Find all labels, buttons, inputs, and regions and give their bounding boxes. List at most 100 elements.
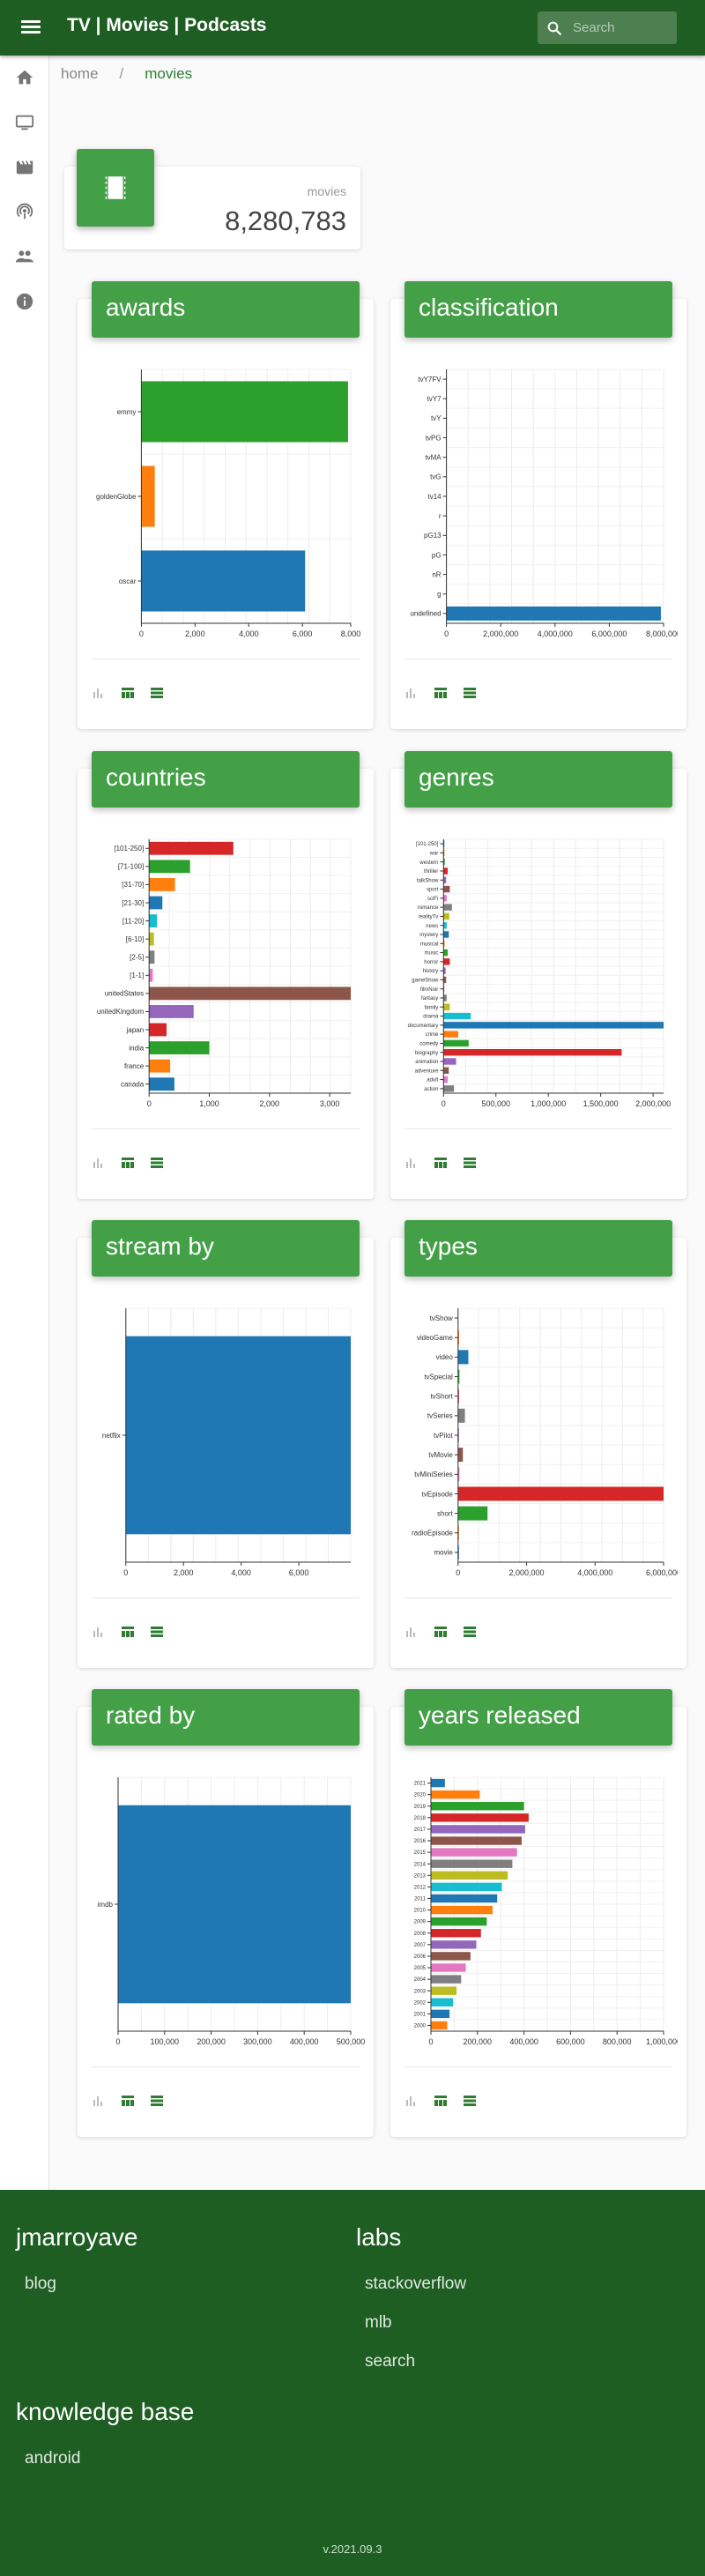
bar--31-70-[interactable] bbox=[149, 878, 175, 891]
bar-adventure[interactable] bbox=[443, 1067, 449, 1074]
bar-chart-view-icon[interactable] bbox=[404, 687, 419, 699]
bar-imdb[interactable] bbox=[118, 1805, 351, 2004]
search-box[interactable] bbox=[538, 11, 677, 44]
bar-family[interactable] bbox=[443, 1003, 450, 1010]
bar-undefined[interactable] bbox=[446, 606, 661, 621]
bar-video[interactable] bbox=[457, 1350, 469, 1365]
bar-2010[interactable] bbox=[431, 1905, 493, 1915]
bar-animation[interactable] bbox=[443, 1058, 456, 1065]
bar-tvepisode[interactable] bbox=[457, 1486, 664, 1501]
bar-2019[interactable] bbox=[431, 1802, 524, 1811]
podcast-icon[interactable] bbox=[13, 200, 36, 223]
bar-2006[interactable] bbox=[431, 1952, 471, 1961]
table-view-icon[interactable] bbox=[434, 1157, 448, 1169]
bar-chart-view-icon[interactable] bbox=[404, 2095, 419, 2107]
bar--71-100-[interactable] bbox=[149, 860, 190, 874]
bar--11-20-[interactable] bbox=[149, 914, 158, 927]
footer-link-stackoverflow[interactable]: stackoverflow bbox=[365, 2274, 466, 2294]
bar-thriller[interactable] bbox=[443, 867, 449, 875]
list-view-icon[interactable] bbox=[150, 687, 164, 699]
list-view-icon[interactable] bbox=[463, 687, 477, 699]
bar-sport[interactable] bbox=[443, 885, 450, 893]
tv-icon[interactable] bbox=[13, 111, 36, 134]
bar-chart-view-icon[interactable] bbox=[92, 2095, 106, 2107]
bar-2005[interactable] bbox=[431, 1963, 466, 1972]
bar-mystery[interactable] bbox=[443, 931, 449, 938]
bar-comedy[interactable] bbox=[443, 1039, 469, 1047]
menu-icon[interactable] bbox=[21, 18, 41, 37]
table-view-icon[interactable] bbox=[121, 1157, 135, 1169]
bar-2014[interactable] bbox=[431, 1859, 513, 1868]
table-view-icon[interactable] bbox=[121, 687, 135, 699]
bar-goldenglobe[interactable] bbox=[141, 465, 155, 527]
list-view-icon[interactable] bbox=[463, 1626, 477, 1638]
search-input[interactable] bbox=[573, 17, 670, 39]
bar-2008[interactable] bbox=[431, 1929, 481, 1938]
bar-2015[interactable] bbox=[431, 1848, 517, 1857]
list-view-icon[interactable] bbox=[463, 1157, 477, 1169]
list-view-icon[interactable] bbox=[150, 1626, 164, 1638]
bar-documentary[interactable] bbox=[443, 1022, 664, 1029]
bar-2012[interactable] bbox=[431, 1882, 502, 1892]
bar-biography[interactable] bbox=[443, 1049, 622, 1056]
list-view-icon[interactable] bbox=[463, 2095, 477, 2107]
bar-canada[interactable] bbox=[149, 1077, 174, 1091]
footer-link-blog[interactable]: blog bbox=[25, 2274, 56, 2294]
bar-drama[interactable] bbox=[443, 1012, 471, 1020]
bar-2000[interactable] bbox=[431, 2021, 448, 2030]
table-view-icon[interactable] bbox=[121, 2095, 135, 2107]
bar-2007[interactable] bbox=[431, 1940, 477, 1949]
bar-chart-view-icon[interactable] bbox=[404, 1626, 419, 1638]
bar--2-5-[interactable] bbox=[149, 950, 155, 964]
footer-link-android[interactable]: android bbox=[25, 2449, 80, 2468]
bar-india[interactable] bbox=[149, 1041, 210, 1054]
bar-horror[interactable] bbox=[443, 958, 450, 965]
bar-tvseries[interactable] bbox=[457, 1408, 465, 1423]
bar-chart-view-icon[interactable] bbox=[92, 1157, 106, 1169]
bar-adult[interactable] bbox=[443, 1076, 449, 1083]
bar--6-10-[interactable] bbox=[149, 932, 154, 946]
bar-2001[interactable] bbox=[431, 2009, 450, 2019]
bar-2020[interactable] bbox=[431, 1790, 480, 1799]
bar-action[interactable] bbox=[443, 1085, 455, 1092]
bar-2013[interactable] bbox=[431, 1871, 508, 1880]
bar-2016[interactable] bbox=[431, 1836, 522, 1845]
bar-realitytv[interactable] bbox=[443, 912, 449, 920]
bar--1-1-[interactable] bbox=[149, 968, 153, 982]
breadcrumb-home[interactable]: home bbox=[61, 65, 99, 82]
list-view-icon[interactable] bbox=[150, 1157, 164, 1169]
people-icon[interactable] bbox=[13, 245, 36, 268]
table-view-icon[interactable] bbox=[434, 1626, 448, 1638]
info-icon[interactable] bbox=[13, 290, 36, 313]
bar--101-250-[interactable] bbox=[149, 841, 234, 855]
bar-chart-view-icon[interactable] bbox=[92, 687, 106, 699]
bar-france[interactable] bbox=[149, 1059, 171, 1073]
home-icon[interactable] bbox=[13, 66, 36, 89]
bar-scifi[interactable] bbox=[443, 895, 447, 902]
bar-chart-view-icon[interactable] bbox=[92, 1626, 106, 1638]
table-view-icon[interactable] bbox=[121, 1626, 135, 1638]
table-view-icon[interactable] bbox=[434, 2095, 448, 2107]
bar-2002[interactable] bbox=[431, 1998, 454, 2006]
bar-unitedstates[interactable] bbox=[149, 986, 351, 1001]
bar-japan[interactable] bbox=[149, 1023, 167, 1037]
bar-2003[interactable] bbox=[431, 1986, 457, 1995]
bar-2009[interactable] bbox=[431, 1917, 487, 1926]
bar--21-30-[interactable] bbox=[149, 896, 163, 910]
bar-unitedkingdom[interactable] bbox=[149, 1005, 194, 1018]
bar-2018[interactable] bbox=[431, 1813, 529, 1822]
bar-fantasy[interactable] bbox=[443, 994, 447, 1001]
footer-link-search[interactable]: search bbox=[365, 2352, 415, 2371]
bar-romance[interactable] bbox=[443, 904, 452, 911]
footer-link-mlb[interactable]: mlb bbox=[365, 2313, 392, 2333]
movie-icon[interactable] bbox=[13, 156, 36, 179]
bar-chart-view-icon[interactable] bbox=[404, 1157, 419, 1169]
bar-netflix[interactable] bbox=[125, 1336, 351, 1535]
bar-news[interactable] bbox=[443, 922, 447, 929]
bar-2017[interactable] bbox=[431, 1825, 525, 1834]
bar-2011[interactable] bbox=[431, 1894, 498, 1903]
bar-2004[interactable] bbox=[431, 1975, 462, 1984]
bar-music[interactable] bbox=[443, 949, 449, 957]
bar-short[interactable] bbox=[457, 1506, 488, 1521]
table-view-icon[interactable] bbox=[434, 687, 448, 699]
